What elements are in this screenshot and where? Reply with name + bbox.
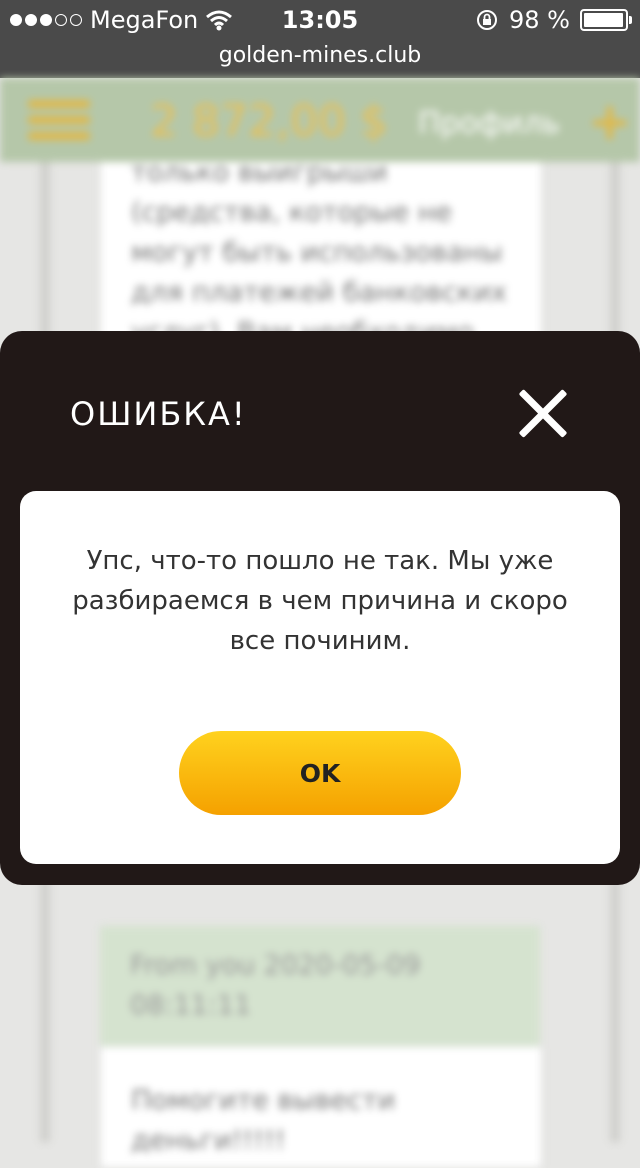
battery-percent: 98 %: [509, 6, 570, 34]
chat-meta: From you 2020-05-09 08:11:11: [130, 950, 421, 1021]
status-right: 98 %: [475, 6, 632, 34]
battery-level: [584, 13, 624, 27]
chat-text: Помогите вывести деньги!!!!!: [131, 1085, 396, 1156]
battery-icon: [580, 9, 632, 31]
chat-meta-box: From you 2020-05-09 08:11:11: [100, 926, 540, 1046]
url-bar[interactable]: golden-mines.club: [0, 40, 640, 78]
modal-body: Упс, что-то пошло не так. Мы уже разбира…: [20, 491, 620, 864]
modal-title: ОШИБКА!: [70, 395, 247, 433]
orientation-lock-icon: [477, 10, 498, 30]
status-bar: MegaFon 13:05 98 %: [0, 0, 640, 40]
error-message: Упс, что-то пошло не так. Мы уже разбира…: [72, 546, 568, 656]
close-icon[interactable]: [514, 385, 572, 443]
hamburger-menu-icon[interactable]: [28, 100, 90, 148]
ok-button[interactable]: OK: [179, 731, 461, 815]
profile-link[interactable]: Профиль: [418, 106, 560, 141]
chat-message: Помогите вывести деньги!!!!!: [100, 1046, 542, 1168]
error-modal: ОШИБКА! Упс, что-то пошло не так. Мы уже…: [0, 331, 640, 885]
plus-icon[interactable]: +: [588, 96, 632, 148]
balance-amount: 2 872,00 $: [150, 96, 388, 147]
app-header: 2 872,00 $ Профиль +: [0, 78, 640, 162]
message-fragment: только выигрыши (средства, которые не мо…: [131, 157, 507, 348]
